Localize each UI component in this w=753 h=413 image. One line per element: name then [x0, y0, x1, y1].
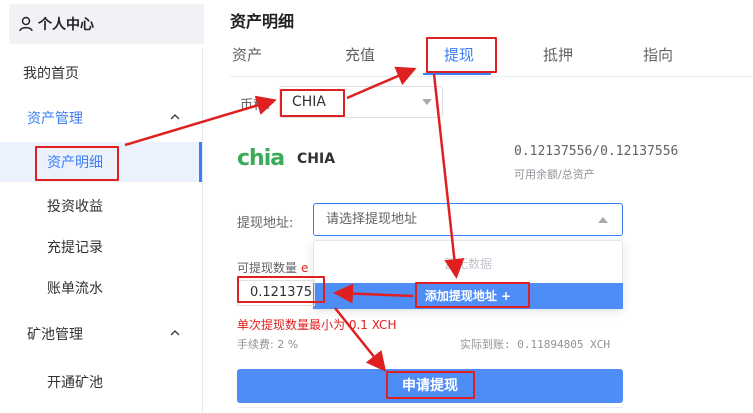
address-select-placeholder: 请选择提现地址 [326, 212, 418, 227]
sidebar-item-label: 资产明细 [47, 155, 103, 171]
min-amount-warning: 单次提现数量最小为 0.1 XCH [237, 318, 397, 332]
amount-input[interactable]: 0.121375 [237, 280, 315, 306]
sidebar-group-pool-management[interactable]: 矿池管理 [0, 314, 202, 354]
page-title: 资产明细 [230, 12, 295, 31]
tab-deposit[interactable]: 充值 [345, 36, 375, 74]
dropdown-empty-text: 暂无数据 [443, 257, 492, 271]
balance-caption: 可用余额/总资产 [514, 168, 595, 181]
coin-select-value: CHIA [292, 94, 327, 110]
caret-down-icon [422, 99, 432, 105]
sidebar-item-label: 矿池管理 [27, 327, 83, 343]
chevron-up-icon [170, 330, 180, 336]
sidebar-item-label: 资产管理 [27, 111, 83, 127]
user-center-label: 个人中心 [38, 17, 94, 33]
sidebar-item-label: 投资收益 [47, 199, 103, 215]
balance-value: 0.12137556/0.12137556 [514, 144, 679, 159]
fee-text: 手续费: 2 % [237, 338, 299, 351]
sidebar-item-bill-flow[interactable]: 账单流水 [0, 268, 202, 308]
sidebar-item-label: 开通矿池 [47, 375, 103, 391]
sidebar-item-home[interactable]: 我的首页 [0, 53, 202, 93]
chia-logo: chia [237, 146, 285, 171]
caret-up-icon [598, 217, 608, 223]
form-divider [237, 407, 623, 408]
sidebar-item-deposit-withdraw-records[interactable]: 充提记录 [0, 227, 202, 267]
user-center-header: 个人中心 [9, 4, 204, 44]
sidebar-item-asset-details[interactable]: 资产明细 [0, 142, 202, 182]
sidebar-item-label: 充提记录 [47, 240, 103, 256]
add-address-button[interactable]: 添加提现地址 + [313, 283, 623, 309]
sidebar-item-label: 我的首页 [23, 66, 79, 82]
tab-bar: 资产 充值 提现 抵押 指向 [230, 36, 750, 76]
tab-pledge[interactable]: 抵押 [543, 36, 573, 74]
sidebar-divider [202, 48, 203, 413]
sidebar: 个人中心 我的首页 资产管理 资产明细 投资收益 充提记录 账单流水 矿池管理 [0, 0, 204, 413]
active-tab-indicator [423, 73, 491, 75]
sidebar-group-asset-management[interactable]: 资产管理 [0, 98, 202, 138]
tab-assets[interactable]: 资产 [232, 36, 262, 74]
chevron-up-icon [170, 114, 180, 120]
amount-label: 可提现数量 e [237, 259, 308, 276]
sidebar-item-investment-income[interactable]: 投资收益 [0, 186, 202, 226]
sidebar-item-label: 账单流水 [47, 281, 103, 297]
coin-select[interactable]: CHIA [279, 86, 443, 118]
tab-bar-divider [230, 76, 753, 77]
page: 个人中心 我的首页 资产管理 资产明细 投资收益 充提记录 账单流水 矿池管理 [0, 0, 753, 413]
sidebar-item-open-pool[interactable]: 开通矿池 [0, 362, 202, 402]
required-mark: e [301, 261, 309, 275]
address-label: 提现地址: [237, 216, 294, 231]
address-select[interactable]: 请选择提现地址 [313, 203, 623, 236]
actual-received-text: 实际到账: 0.11894805 XCH [460, 338, 610, 351]
coin-name: CHIA [297, 151, 336, 167]
coin-label: 币种: [240, 98, 271, 113]
user-icon [19, 16, 33, 32]
amount-label-text: 可提现数量 [237, 261, 298, 275]
tab-withdraw[interactable]: 提现 [444, 36, 474, 74]
submit-withdraw-button[interactable]: 申请提现 [237, 369, 623, 403]
tab-direction[interactable]: 指向 [643, 36, 673, 74]
